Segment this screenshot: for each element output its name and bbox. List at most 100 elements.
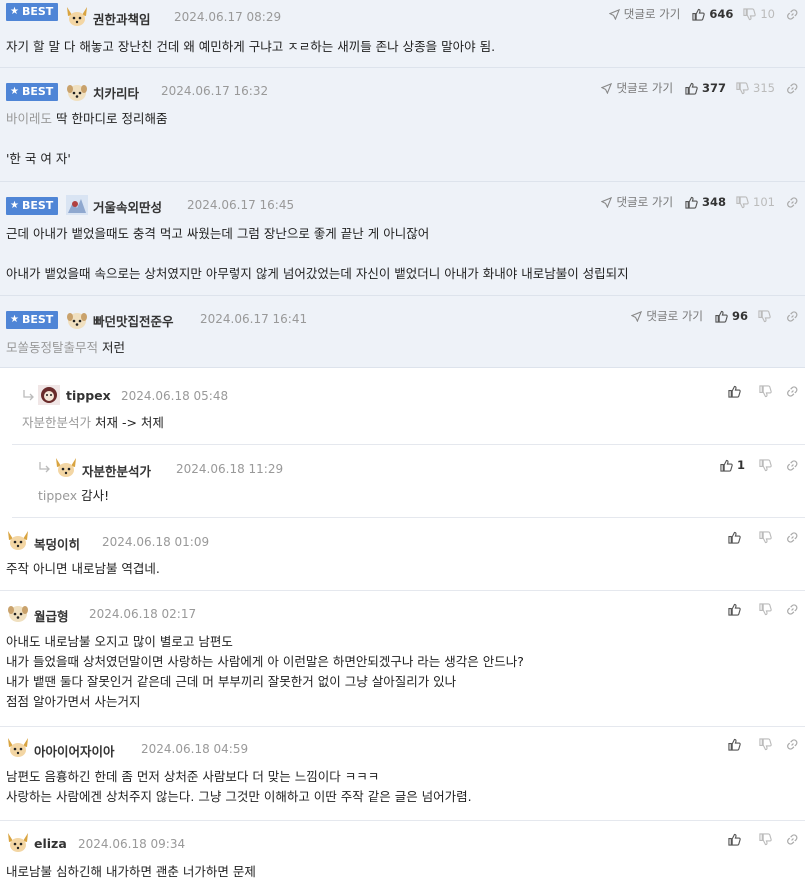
comment-author[interactable]: 자분한분석가 <box>82 461 151 480</box>
goto-comment-link[interactable]: 댓글로 가기 <box>601 80 673 96</box>
upvote-count: 96 <box>731 309 748 323</box>
downvote-button[interactable] <box>759 738 772 751</box>
comment-item: ★ BEST 치카리타 2024.06.17 16:32 댓글로 가기 377 3… <box>0 68 805 182</box>
downvote-button[interactable]: 315 <box>736 81 775 95</box>
comment-item: ★ BEST 거울속외딴성 2024.06.17 16:45 댓글로 가기 348… <box>0 182 805 296</box>
thumbs-down-icon <box>736 81 749 94</box>
thumbs-up-icon <box>720 459 733 472</box>
thumbs-up-icon <box>685 196 698 209</box>
thumbs-down-icon <box>759 738 772 751</box>
thumbs-up-icon <box>728 833 741 846</box>
downvote-button[interactable] <box>759 385 772 398</box>
upvote-button[interactable] <box>728 603 745 616</box>
star-icon: ★ <box>10 200 19 211</box>
downvote-button[interactable]: 101 <box>736 195 775 209</box>
avatar[interactable] <box>65 194 89 216</box>
upvote-button[interactable]: 377 <box>685 81 726 95</box>
comment-author[interactable]: 거울속외딴성 <box>93 197 162 216</box>
thumbs-down-icon <box>758 309 771 322</box>
thumbs-up-icon <box>728 531 741 544</box>
comment-body: 주작 아니면 내로남불 역겹네. <box>6 561 160 576</box>
upvote-button[interactable]: 1 <box>720 458 745 472</box>
send-icon <box>608 8 620 20</box>
comment-item: 월급형 2024.06.18 02:17 아내도 내로남불 오지고 많이 별로고… <box>0 591 805 727</box>
upvote-button[interactable] <box>728 531 745 544</box>
mention-tag[interactable]: 모쏠동정탈출무적 <box>6 340 98 355</box>
thumbs-down-icon <box>759 531 772 544</box>
comment-date: 2024.06.17 16:41 <box>200 312 308 326</box>
comment-author[interactable]: tippex <box>66 388 111 403</box>
best-badge: ★ BEST <box>6 83 59 101</box>
avatar[interactable] <box>6 832 30 854</box>
downvote-button[interactable] <box>759 833 772 846</box>
comment-body: 근데 아내가 뱉었을때도 충격 먹고 싸웠는데 그럼 장난으로 좋게 끝난 게 … <box>6 226 629 281</box>
avatar[interactable] <box>6 530 30 552</box>
upvote-button[interactable]: 646 <box>692 7 733 21</box>
star-icon: ★ <box>10 86 19 97</box>
thumbs-down-icon <box>759 458 772 471</box>
comment-author[interactable]: 월급형 <box>34 606 69 625</box>
link-icon[interactable] <box>786 531 799 544</box>
upvote-button[interactable] <box>728 738 745 751</box>
avatar[interactable] <box>65 309 89 331</box>
comment-author[interactable]: 복덩이히 <box>34 534 80 553</box>
link-icon[interactable] <box>786 82 799 95</box>
mention-tag[interactable]: tippex <box>38 488 77 503</box>
best-badge: ★ BEST <box>6 197 59 215</box>
link-icon[interactable] <box>786 385 799 398</box>
downvote-count: 101 <box>753 195 775 209</box>
comment-author[interactable]: 아아이어자이아 <box>34 741 115 760</box>
mention-tag[interactable]: 바이레도 <box>6 111 52 126</box>
link-icon[interactable] <box>786 833 799 846</box>
comment-body-wrap: 자분한분석가 처재 -> 처제 <box>22 413 795 433</box>
comment-item: eliza 2024.06.18 09:34 내로남불 심하긴해 내가하면 괜춘… <box>0 821 805 891</box>
comment-author[interactable]: 권한과책임 <box>93 9 151 28</box>
downvote-button[interactable] <box>759 531 772 544</box>
downvote-button[interactable] <box>759 603 772 616</box>
upvote-count: 348 <box>702 195 727 209</box>
avatar[interactable] <box>54 457 78 479</box>
comment-author[interactable]: 빠던맛집전준우 <box>93 311 174 330</box>
comment-author[interactable]: eliza <box>34 836 67 851</box>
downvote-button[interactable]: 10 <box>743 7 775 21</box>
upvote-button[interactable] <box>728 833 745 846</box>
upvote-count: 1 <box>736 458 745 472</box>
comment-author[interactable]: 치카리타 <box>93 83 139 102</box>
avatar[interactable] <box>6 602 30 624</box>
link-icon[interactable] <box>786 459 799 472</box>
comment-date: 2024.06.18 05:48 <box>121 389 229 403</box>
link-icon[interactable] <box>786 738 799 751</box>
reply-arrow-icon <box>23 390 34 401</box>
comment-body: 저런 <box>102 340 126 355</box>
link-icon[interactable] <box>786 603 799 616</box>
downvote-count: 315 <box>753 81 775 95</box>
comment-body: 자기 할 말 다 해놓고 장난친 건데 왜 예민하게 구냐고 ㅈㄹ하는 새끼들 … <box>6 39 496 54</box>
downvote-button[interactable] <box>758 309 775 323</box>
upvote-button[interactable] <box>728 385 745 398</box>
upvote-button[interactable]: 96 <box>715 309 748 323</box>
best-badge: ★ BEST <box>6 3 59 21</box>
thumbs-down-icon <box>759 385 772 398</box>
link-icon[interactable] <box>786 8 799 21</box>
goto-comment-link[interactable]: 댓글로 가기 <box>631 308 703 324</box>
goto-comment-link[interactable]: 댓글로 가기 <box>608 6 680 22</box>
comment-body: 처재 -> 처제 <box>95 415 164 430</box>
comment-date: 2024.06.18 01:09 <box>102 535 210 549</box>
avatar[interactable] <box>37 384 61 406</box>
upvote-button[interactable]: 348 <box>685 195 726 209</box>
avatar[interactable] <box>6 737 30 759</box>
avatar[interactable] <box>65 81 89 103</box>
downvote-count: 10 <box>760 7 775 21</box>
thumbs-up-icon <box>728 603 741 616</box>
thumbs-up-icon <box>685 82 698 95</box>
goto-comment-link[interactable]: 댓글로 가기 <box>601 194 673 210</box>
avatar[interactable] <box>65 6 89 28</box>
link-icon[interactable] <box>786 196 799 209</box>
comment-body: 남편도 음흉하긴 한데 좀 먼저 상처준 사람보다 더 맞는 느낌이다 ㅋㅋㅋ … <box>6 769 472 804</box>
thumbs-up-icon <box>728 738 741 751</box>
link-icon[interactable] <box>786 310 799 323</box>
comment-date: 2024.06.18 02:17 <box>89 607 197 621</box>
downvote-button[interactable] <box>759 458 772 472</box>
mention-tag[interactable]: 자분한분석가 <box>22 415 91 430</box>
comment-item: ★ BEST 권한과책임 2024.06.17 08:29 댓글로 가기 646 … <box>0 0 805 68</box>
